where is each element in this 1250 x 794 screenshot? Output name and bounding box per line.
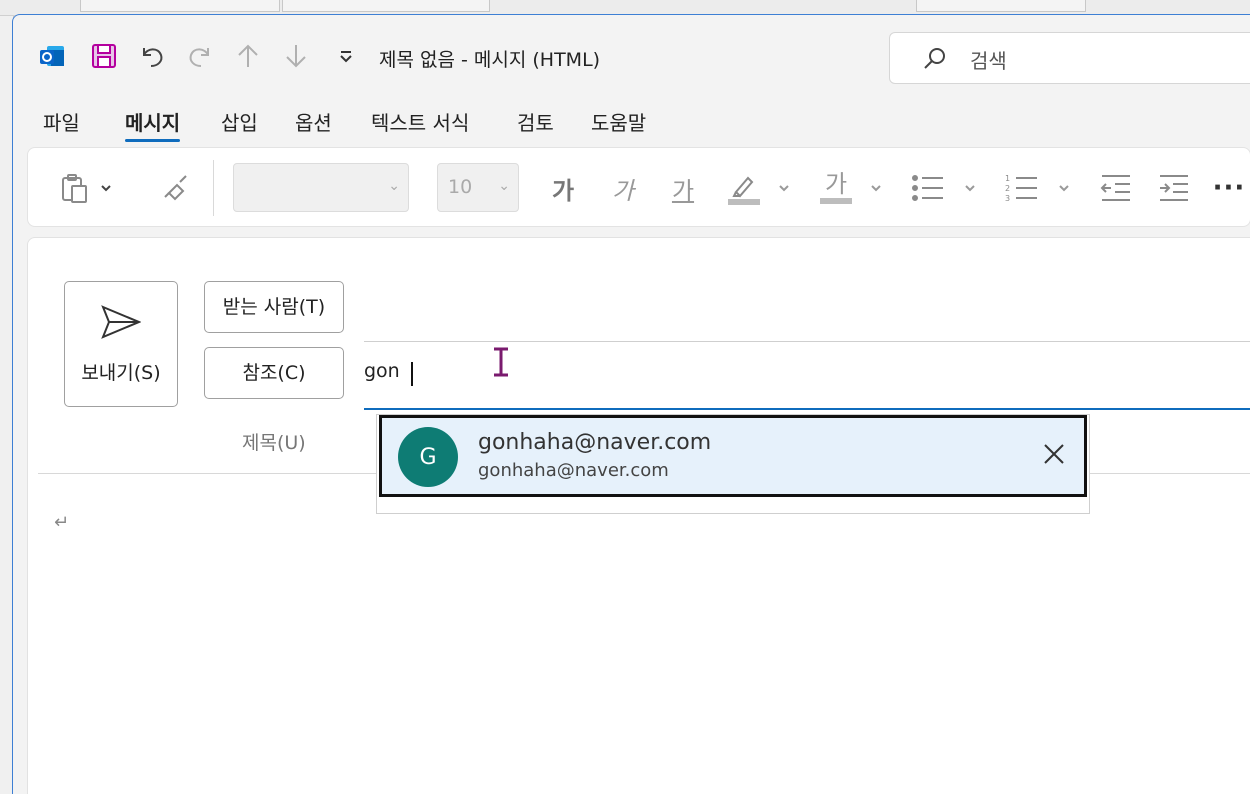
decrease-indent-icon	[1100, 175, 1130, 201]
tab-insert[interactable]: 삽입	[221, 107, 258, 136]
save-icon[interactable]	[89, 41, 119, 71]
to-field[interactable]	[364, 341, 1250, 342]
italic-button[interactable]: 가	[608, 170, 638, 206]
send-button[interactable]: 보내기(S)	[64, 281, 178, 407]
bullets-dropdown[interactable]	[962, 170, 978, 206]
chevron-down-icon	[871, 185, 881, 192]
autocomplete-suggestion[interactable]: G gonhaha@naver.com gonhaha@naver.com	[379, 415, 1087, 497]
compose-pane: 보내기(S) 받는 사람(T) 참조(C) gon 제목(U) ↵ G gonh…	[27, 237, 1250, 794]
customize-dropdown-icon[interactable]	[331, 41, 361, 71]
to-button[interactable]: 받는 사람(T)	[204, 281, 344, 333]
search-input[interactable]: 검색	[889, 32, 1250, 84]
send-icon	[101, 304, 142, 344]
format-painter-icon	[164, 175, 187, 201]
bullets-button[interactable]	[908, 170, 948, 206]
window-title: 제목 없음 - 메시지 (HTML)	[379, 49, 601, 71]
highlight-dropdown[interactable]	[776, 170, 792, 206]
numbering-dropdown[interactable]	[1056, 170, 1072, 206]
autocomplete-dropdown: G gonhaha@naver.com gonhaha@naver.com	[376, 414, 1090, 514]
chevron-down-icon: ⌄	[388, 178, 400, 194]
tab-message[interactable]: 메시지	[125, 107, 181, 142]
font-color-button[interactable]: 가	[816, 170, 856, 206]
more-options-icon[interactable]: ···	[1212, 170, 1246, 206]
subject-label[interactable]: 제목(U)	[242, 428, 306, 455]
cc-button[interactable]: 참조(C)	[204, 347, 344, 399]
font-name-select[interactable]: ⌄	[233, 163, 409, 212]
font-color-dropdown[interactable]	[868, 170, 884, 206]
paragraph-mark-icon: ↵	[54, 512, 70, 533]
chevron-down-icon	[101, 185, 111, 192]
underline-button[interactable]: 가	[668, 170, 698, 206]
message-window: 제목 없음 - 메시지 (HTML) 검색 파일 메시지 삽입 옵션 텍스트 서…	[12, 14, 1250, 794]
search-placeholder: 검색	[970, 49, 1007, 73]
format-painter-button[interactable]	[158, 170, 194, 206]
redo-icon[interactable]	[185, 41, 215, 71]
svg-text:1: 1	[1005, 174, 1010, 183]
svg-text:2: 2	[1005, 184, 1010, 193]
chevron-down-icon	[779, 185, 789, 192]
avatar: G	[398, 427, 458, 487]
tab-format-text[interactable]: 텍스트 서식	[371, 107, 469, 136]
increase-indent-button[interactable]	[1154, 170, 1194, 206]
chevron-down-icon	[1059, 185, 1069, 192]
chevron-down-icon	[965, 185, 975, 192]
suggestion-email: gonhaha@naver.com	[478, 460, 669, 481]
ibeam-cursor-icon	[491, 346, 511, 382]
background-segment	[916, 0, 1086, 12]
ribbon-tabs: 파일 메시지 삽입 옵션 텍스트 서식 검토 도움말	[13, 107, 1250, 147]
bullet-list-icon	[912, 175, 943, 201]
up-arrow-icon[interactable]	[233, 41, 263, 71]
text-caret	[411, 362, 413, 386]
tab-review[interactable]: 검토	[517, 107, 554, 136]
ribbon-toolbar: ⌄ 10 ⌄ 가 가 가 가 1 2 3 ···	[27, 147, 1250, 227]
cc-field[interactable]: gon	[364, 360, 400, 382]
increase-indent-icon	[1160, 175, 1188, 201]
title-bar: 제목 없음 - 메시지 (HTML) 검색	[13, 15, 1250, 99]
svg-text:3: 3	[1005, 194, 1010, 203]
decrease-indent-button[interactable]	[1096, 170, 1136, 206]
background-segment	[282, 0, 490, 12]
down-arrow-icon[interactable]	[281, 41, 311, 71]
close-icon[interactable]	[1042, 442, 1066, 470]
underline-icon: 가	[671, 176, 695, 205]
toolbar-divider	[213, 160, 214, 216]
bold-button[interactable]: 가	[548, 170, 578, 206]
paste-button[interactable]	[54, 170, 94, 206]
italic-icon: 가	[611, 176, 635, 205]
send-label: 보내기(S)	[81, 362, 161, 384]
highlighter-icon	[728, 176, 760, 205]
outlook-icon	[37, 41, 67, 71]
numbered-list-icon: 1 2 3	[1005, 174, 1037, 203]
font-color-swatch	[820, 198, 852, 204]
font-color-icon: 가	[824, 170, 848, 198]
highlight-button[interactable]	[724, 170, 764, 206]
tab-help[interactable]: 도움말	[591, 107, 646, 136]
paste-dropdown[interactable]	[96, 170, 116, 206]
bold-icon: 가	[551, 176, 575, 205]
suggestion-name: gonhaha@naver.com	[478, 430, 712, 455]
undo-icon[interactable]	[137, 41, 167, 71]
background-segment	[80, 0, 280, 12]
search-icon	[922, 46, 948, 76]
clipboard-icon	[62, 174, 87, 203]
font-size-select[interactable]: 10 ⌄	[437, 163, 519, 212]
numbering-button[interactable]: 1 2 3	[1002, 170, 1042, 206]
cc-field-underline	[364, 408, 1250, 410]
tab-file[interactable]: 파일	[43, 107, 80, 136]
tab-options[interactable]: 옵션	[295, 107, 332, 136]
chevron-down-icon: ⌄	[498, 178, 510, 194]
font-size-value: 10	[448, 176, 473, 198]
